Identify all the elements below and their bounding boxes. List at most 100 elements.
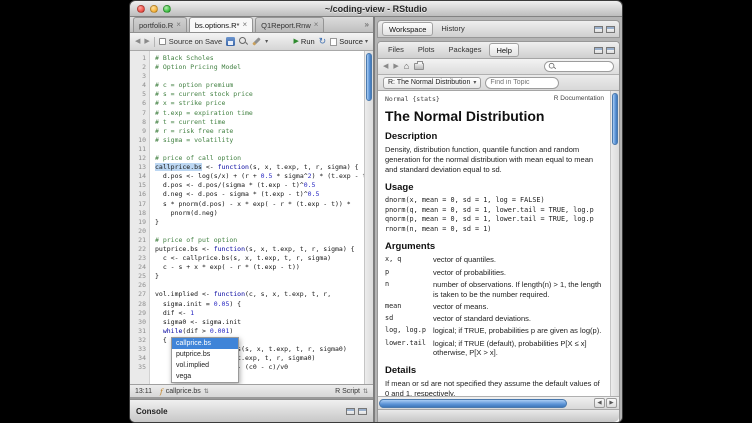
argument-name: p	[385, 268, 427, 278]
code-lines[interactable]: # Black Scholes# Option Pricing Model # …	[151, 51, 364, 384]
code-line: # price of call option	[155, 154, 364, 163]
line-number: 30	[130, 318, 149, 327]
help-vertical-scrollbar[interactable]	[610, 91, 619, 396]
maximize-pane-icon[interactable]	[358, 408, 367, 415]
scrollbar-thumb[interactable]	[612, 93, 618, 145]
find-in-topic-input[interactable]	[490, 79, 554, 86]
tab-overflow-icon[interactable]: »	[365, 20, 369, 29]
help-topic-row: R: The Normal Distribution ▾	[378, 75, 619, 91]
help-search-input[interactable]	[558, 63, 610, 70]
code-tools-icon[interactable]	[252, 37, 260, 45]
scope-menu-item[interactable]: vega	[172, 371, 238, 382]
toolbar-divider	[154, 37, 155, 47]
minimize-pane-icon[interactable]	[594, 26, 603, 33]
source-tab-portfolio-r[interactable]: portfolio.R×	[133, 17, 187, 32]
code-line: pnorm(d.neg)	[155, 209, 364, 218]
tab-workspace[interactable]: Workspace	[382, 22, 433, 36]
help-search-box[interactable]	[544, 61, 614, 72]
help-toolbar: ◀ ▶ ⌂	[378, 59, 619, 75]
line-number: 19	[130, 218, 149, 227]
usage-line: pnorm(q, mean = 0, sd = 1, lower.tail = …	[385, 206, 604, 216]
close-tab-icon[interactable]: ×	[314, 21, 319, 29]
run-button[interactable]: ▶ Run	[294, 37, 315, 46]
titlebar[interactable]: ~/coding-view - RStudio	[130, 1, 622, 17]
arguments-table: x, qvector of quantiles.pvector of proba…	[385, 255, 604, 358]
checkbox-icon[interactable]	[159, 38, 166, 45]
source-button[interactable]: Source ▾	[330, 37, 368, 46]
code-line: }	[155, 218, 364, 227]
line-number: 34	[130, 354, 149, 363]
scope-menu-item[interactable]: vol.implied	[172, 360, 238, 371]
argument-desc: vector of quantiles.	[433, 255, 496, 265]
code-line: sigma0 <- sigma.init	[155, 318, 364, 327]
scope-menu-item[interactable]: callprice.bs	[172, 338, 238, 349]
code-line	[155, 145, 364, 154]
code-line: }	[155, 272, 364, 281]
usage-line: qnorm(p, mean = 0, sd = 1, lower.tail = …	[385, 215, 604, 225]
help-back-icon[interactable]: ◀	[383, 63, 388, 70]
save-icon[interactable]	[226, 37, 235, 46]
tab-files[interactable]: Files	[382, 43, 410, 57]
document-type-menu[interactable]: R Script ⇅	[335, 388, 368, 395]
argument-row: sdvector of standard deviations.	[385, 314, 604, 324]
argument-name: mean	[385, 302, 427, 312]
close-tab-icon[interactable]: ×	[176, 21, 181, 29]
source-on-save-checkbox[interactable]: Source on Save	[159, 37, 222, 46]
arguments-heading: Arguments	[385, 241, 604, 252]
home-icon[interactable]: ⌂	[404, 62, 409, 71]
rstudio-window: ~/coding-view - RStudio portfolio.R×bs.o…	[129, 0, 623, 423]
code-line: # r = risk free rate	[155, 127, 364, 136]
minimize-pane-icon[interactable]	[346, 408, 355, 415]
source-pane: portfolio.R×bs.options.R*×Q1Report.Rnw× …	[130, 17, 373, 422]
chevron-down-icon: ▾	[365, 39, 368, 45]
tab-label: portfolio.R	[139, 21, 173, 30]
scroll-right-icon[interactable]: ▶	[606, 398, 617, 408]
code-line: while(dif > 0.001)	[155, 327, 364, 336]
help-forward-icon[interactable]: ▶	[393, 63, 398, 70]
find-in-topic-box[interactable]	[485, 77, 559, 89]
line-number: 32	[130, 336, 149, 345]
window-bottom-strip	[378, 409, 619, 422]
close-tab-icon[interactable]: ×	[242, 21, 247, 29]
line-number: 31	[130, 327, 149, 336]
code-line: d.pos <- d.pos/(sigma * (t.exp - t)^0.5	[155, 181, 364, 190]
tab-history[interactable]: History	[435, 22, 470, 36]
console-pane-header[interactable]: Console	[130, 399, 373, 422]
code-line	[155, 72, 364, 81]
tab-help[interactable]: Help	[489, 43, 518, 57]
scrollbar-buttons: ◀ ▶	[594, 398, 617, 408]
doctype-label: R Script	[335, 388, 360, 395]
minimize-pane-icon[interactable]	[594, 47, 603, 54]
scroll-left-icon[interactable]: ◀	[594, 398, 605, 408]
scrollbar-thumb[interactable]	[366, 53, 372, 101]
editor-vertical-scrollbar[interactable]	[364, 51, 373, 384]
search-icon[interactable]	[239, 37, 248, 46]
forward-icon[interactable]: ▶	[144, 38, 149, 45]
document-icon	[330, 38, 337, 46]
tab-plots[interactable]: Plots	[412, 43, 441, 57]
maximize-pane-icon[interactable]	[606, 26, 615, 33]
source-tab-q1report-rnw[interactable]: Q1Report.Rnw×	[255, 17, 324, 32]
help-topic-dropdown[interactable]: R: The Normal Distribution ▾	[383, 77, 481, 89]
cursor-position: 13:11	[135, 388, 152, 395]
scrollbar-thumb[interactable]	[379, 399, 567, 408]
maximize-pane-icon[interactable]	[606, 47, 615, 54]
back-icon[interactable]: ◀	[135, 38, 140, 45]
code-editor[interactable]: 1234567891011121314151617181920212223242…	[130, 51, 373, 384]
screen-background: ~/coding-view - RStudio portfolio.R×bs.o…	[0, 0, 752, 423]
rerun-icon[interactable]: ↻	[319, 37, 327, 46]
code-line: # c = option premium	[155, 81, 364, 90]
scope-menu-item[interactable]: putprice.bs	[172, 349, 238, 360]
argument-desc: vector of standard deviations.	[433, 314, 531, 324]
code-line: # t = current time	[155, 118, 364, 127]
print-icon[interactable]	[414, 63, 424, 70]
tab-packages[interactable]: Packages	[443, 43, 488, 57]
function-scope-menu[interactable]: f callprice.bs ⇅	[160, 387, 209, 396]
source-tab-bs-options-r-[interactable]: bs.options.R*×	[189, 17, 253, 32]
line-number: 25	[130, 272, 149, 281]
code-line: # Black Scholes	[155, 54, 364, 63]
details-text: If mean or sd are not specified they ass…	[385, 379, 604, 396]
chevron-down-icon[interactable]: ▾	[265, 39, 268, 45]
source-on-save-label: Source on Save	[169, 37, 222, 46]
help-horizontal-scrollbar[interactable]: ◀ ▶	[378, 396, 619, 409]
